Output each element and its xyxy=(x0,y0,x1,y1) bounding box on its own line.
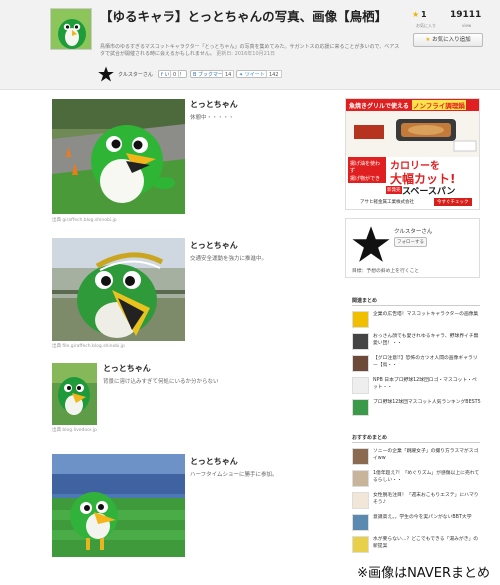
entry-title: とっとちゃん xyxy=(190,241,238,250)
divider xyxy=(352,305,480,306)
entry-title: とっとちゃん xyxy=(190,457,238,466)
item-thumbnail xyxy=(352,355,369,372)
page-title: 【ゆるキャラ】とっとちゃんの写真、画像【鳥栖】 xyxy=(100,9,388,24)
tweet-button[interactable]: ✦ ツイート xyxy=(236,70,268,78)
favorite-count-label: お気に入り xyxy=(416,23,436,28)
hatena-count: 14 xyxy=(222,70,235,78)
tweet-count: 142 xyxy=(266,70,282,78)
related-item[interactable]: おっさん顔でも愛されゆるキャラ、野球界イチ無愛い団！・・ xyxy=(352,333,482,351)
page-header: 【ゆるキャラ】とっとちゃんの写真、画像【鳥栖】 鳥栖市のゆるすぎるマスコットキャ… xyxy=(0,0,500,90)
item-thumbnail xyxy=(352,448,369,465)
related-heading: 関連まとめ xyxy=(352,298,378,304)
recommended-item[interactable]: 意識高え。。学生の今を実パンがないBBT大学 xyxy=(352,514,482,532)
entry-description: 休憩中・・・・・ xyxy=(190,115,235,121)
entry-description: 交通安全運動を強力に推進中。 xyxy=(190,256,268,262)
entry-photo[interactable] xyxy=(52,363,97,425)
entry-photo[interactable] xyxy=(52,238,185,341)
add-favorite-button[interactable]: ★ お気に入り追加 xyxy=(413,33,483,47)
related-item[interactable]: 【グロ注意!!】恐怖のカツオ人間の画像ギャラリー【鳥・・ xyxy=(352,355,482,373)
item-thumbnail xyxy=(352,377,369,394)
source-watermark: ※画像はNAVERまとめ xyxy=(355,562,492,581)
curator-card: クルスターさん フォローする 目標：予想の斜め上を行くこと xyxy=(345,218,480,278)
updated-date: 更新日: 2016年10月21日 xyxy=(216,51,276,57)
item-thumbnail xyxy=(352,333,369,350)
divider xyxy=(352,442,480,443)
related-item[interactable]: 企業の広告塔！マスコットキャラクターの画像集 xyxy=(352,311,482,329)
entry-title: とっとちゃん xyxy=(103,364,151,373)
ad-company: アサヒ軽金属工業株式会社 xyxy=(360,200,414,205)
item-thumbnail xyxy=(352,311,369,328)
entry-source[interactable]: 出典 giraffech.blog.shinobi.jp xyxy=(52,217,117,223)
entry-source[interactable]: 出典 file.giraffech.blog.shinobi.jp xyxy=(52,343,125,349)
ad-headline-highlight: ノンフライ調理鍋 xyxy=(412,100,466,110)
item-thumbnail xyxy=(352,470,369,487)
page-description: 鳥栖市のゆるすぎるマスコットキャラクター「とっとちゃん」の写真を集めてみた。サガ… xyxy=(100,44,400,57)
related-item[interactable]: プロ野球12球団マスコット人気ランキングBEST5 xyxy=(352,399,482,417)
item-thumbnail xyxy=(352,536,369,553)
ad-product-image xyxy=(346,111,479,157)
ad-brand: スベースパン xyxy=(402,187,456,197)
item-thumbnail xyxy=(352,514,369,531)
follow-button[interactable]: フォローする xyxy=(394,237,427,247)
favorite-star-icon: ★ xyxy=(412,10,420,19)
sidebar-advertisement[interactable]: 魚焼きグリルで使える ノンフライ調理鍋 揚げ油を使わず 揚げ物ができる カロリー… xyxy=(345,98,480,210)
recommended-item[interactable]: ソニーの企業「跳躍女子」の撮り方ラスマがスゴイww xyxy=(352,448,482,466)
ad-callout: 揚げ油を使わず 揚げ物ができる xyxy=(348,157,386,189)
item-thumbnail xyxy=(352,492,369,509)
view-count-label: view xyxy=(462,23,472,28)
related-item[interactable]: NPB 日本プロ野球12球団ロゴ・マスコット・ペット・・ xyxy=(352,377,482,395)
curator-tagline: 目標：予想の斜め上を行くこと xyxy=(352,269,420,274)
entry-title: とっとちゃん xyxy=(190,100,238,109)
curator-name[interactable]: クルスターさん xyxy=(394,227,432,235)
author-star-icon xyxy=(98,66,114,82)
entry-description: 背景に溶け込みすぎて何処にいるか分からない xyxy=(103,379,219,385)
ad-badge: 新発売 xyxy=(386,186,402,194)
favorite-count: 1 xyxy=(421,10,427,19)
author-name[interactable]: クルスターさん xyxy=(118,71,153,78)
entry-photo[interactable] xyxy=(52,454,185,557)
ad-cta-button[interactable]: 今すぐチェック xyxy=(434,198,472,206)
entry-source[interactable]: 出典 blog.livedoor.jp xyxy=(52,428,97,434)
recommended-heading: おすすめまとめ xyxy=(352,435,388,441)
like-count: 0 xyxy=(170,70,180,78)
entry-photo[interactable] xyxy=(52,99,185,214)
recommended-item[interactable]: 水が要らない…？どこでもできる「湯みがき」の新提案 xyxy=(352,536,482,554)
entry-description: ハーフタイムショーに勝手に参加。 xyxy=(190,472,278,478)
ad-headline: 魚焼きグリルで使える xyxy=(349,103,409,110)
recommended-item[interactable]: 1億年超え?！「めぐりズム」が感傷以上に売れてるらしい・・ xyxy=(352,470,482,488)
favorite-stats: ★ 1 お気に入り 19111 view xyxy=(412,10,482,32)
header-thumbnail[interactable] xyxy=(50,8,92,50)
view-count: 19111 xyxy=(450,10,482,20)
ad-headline-bar: 魚焼きグリルで使える ノンフライ調理鍋 xyxy=(346,99,479,111)
curator-star-icon xyxy=(352,226,390,262)
item-thumbnail xyxy=(352,399,369,416)
recommended-item[interactable]: 女性脱毛注目！「週末おこもりエステ」にハマりそう♪ xyxy=(352,492,482,510)
